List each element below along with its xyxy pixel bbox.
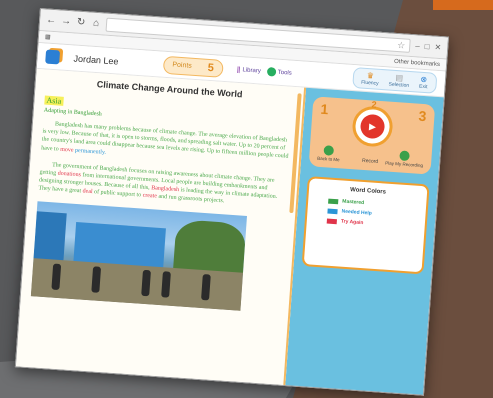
books-icon: ‖	[236, 64, 241, 75]
record-label: Record	[361, 157, 379, 165]
legend-title: Word Colors	[349, 187, 387, 196]
fluency-icon: ♛	[366, 70, 375, 81]
mode-tabs: ♛ Fluency ▤ Selection ⊗ Exit	[351, 66, 438, 94]
tools-icon	[266, 66, 277, 77]
step-2-number: 2	[371, 99, 377, 110]
record-box: 1 3 ▶ 2 Record Back to Me Play My Record…	[308, 96, 436, 175]
word-try-again[interactable]: move	[60, 146, 74, 153]
maximize-icon[interactable]: □	[424, 42, 429, 51]
play-recording-button[interactable]: Play My Recording	[385, 149, 424, 168]
points-value: 5	[207, 61, 215, 74]
play-icon	[399, 150, 411, 162]
green-swatch	[328, 198, 339, 204]
background-orange-accent	[433, 0, 493, 10]
word-try-again[interactable]: create	[142, 193, 157, 200]
back-to-me-button[interactable]: Back to Me	[317, 145, 341, 162]
minimize-icon[interactable]: –	[415, 41, 420, 50]
library-label: Library	[242, 66, 262, 75]
home-icon[interactable]: ⌂	[91, 18, 102, 30]
word-needed-help[interactable]: permanently.	[75, 147, 106, 155]
bookmark-star-icon[interactable]: ☆	[397, 39, 406, 53]
other-bookmarks[interactable]: Other bookmarks	[394, 58, 440, 67]
main-content: Climate Change Around the World Asia Ada…	[15, 68, 444, 396]
word-try-again[interactable]: Bangladesh	[151, 185, 179, 193]
exit-icon: ⊗	[420, 74, 428, 85]
logo-icon	[45, 49, 61, 64]
reload-icon[interactable]: ↻	[76, 17, 87, 29]
word-colors-legend: Word Colors Mastered Needed Help Try Aga…	[301, 176, 430, 275]
blue-swatch	[327, 208, 338, 214]
flood-photo	[30, 200, 248, 311]
close-icon[interactable]: ✕	[434, 43, 441, 52]
apps-icon[interactable]: ▦	[45, 33, 51, 40]
points-badge: Points 5	[162, 55, 224, 78]
tab-selection[interactable]: ▤ Selection	[388, 73, 410, 89]
tab-fluency[interactable]: ♛ Fluency	[361, 71, 380, 87]
username: Jordan Lee	[73, 52, 119, 67]
tools-button[interactable]: Tools	[266, 66, 292, 78]
tools-panel: 1 3 ▶ 2 Record Back to Me Play My Record…	[285, 87, 444, 396]
forward-arrow-icon[interactable]: →	[61, 16, 72, 28]
back-arrow-icon[interactable]: ←	[46, 14, 57, 26]
reading-pane: Climate Change Around the World Asia Ada…	[15, 68, 307, 388]
record-icon: ▶	[359, 113, 386, 140]
tools-label: Tools	[277, 69, 292, 77]
legend-item-try-again: Try Again	[326, 218, 415, 230]
word-try-again[interactable]: donations	[57, 171, 81, 179]
region-heading: Asia	[44, 95, 64, 106]
red-swatch	[326, 218, 338, 224]
back-icon	[323, 145, 335, 156]
record-button[interactable]: ▶	[351, 105, 394, 148]
points-label: Points	[172, 61, 193, 70]
tab-exit[interactable]: ⊗ Exit	[419, 74, 428, 90]
browser-window: ← → ↻ ⌂ ☆ – □ ✕ ▦ Other bookmarks Jordan…	[14, 8, 450, 396]
library-button[interactable]: ‖ Library	[236, 64, 261, 76]
